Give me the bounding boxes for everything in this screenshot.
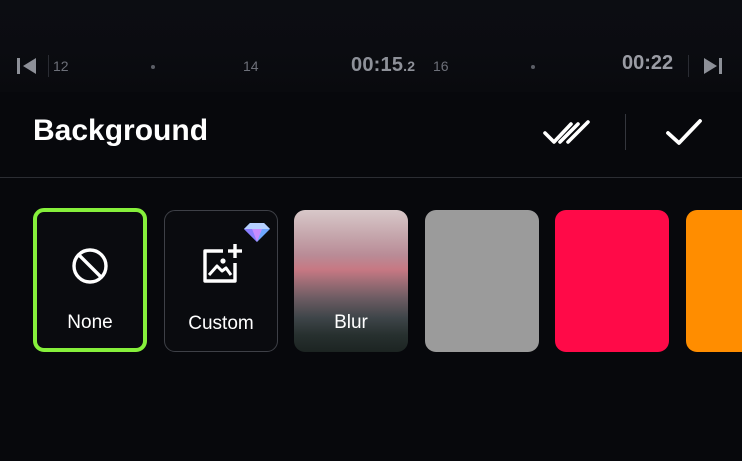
double-check-icon[interactable]	[540, 112, 594, 152]
timeline-separator	[48, 55, 49, 77]
timeline-bar: 12 14 00:15.2 16 00:22	[0, 0, 742, 92]
header-separator	[625, 114, 626, 150]
skip-to-end-icon[interactable]	[700, 56, 726, 76]
header-divider	[0, 177, 742, 178]
option-color-orange[interactable]	[686, 210, 742, 352]
background-options: None Custom Blur	[0, 208, 742, 354]
current-time-fraction: .2	[403, 58, 416, 74]
tick-label: 12	[53, 58, 69, 74]
panel-header: Background	[0, 92, 742, 177]
prohibit-icon	[72, 248, 108, 284]
option-label: None	[67, 312, 113, 333]
current-time-main: 00:15	[351, 54, 404, 76]
option-color-red[interactable]	[555, 210, 669, 352]
skip-to-start-icon[interactable]	[14, 56, 40, 76]
check-icon[interactable]	[662, 112, 706, 152]
background-panel: 12 14 00:15.2 16 00:22 Background None C…	[0, 0, 742, 461]
diamond-icon	[244, 223, 270, 242]
tick-label: 14	[243, 58, 259, 74]
option-custom[interactable]: Custom	[164, 210, 278, 352]
option-blur[interactable]: Blur	[294, 210, 408, 352]
total-time: 00:22	[622, 52, 674, 74]
timeline-separator	[688, 55, 689, 77]
tick-dot	[531, 65, 535, 69]
option-label: Custom	[188, 313, 254, 334]
page-title: Background	[33, 114, 209, 147]
option-label: Blur	[334, 312, 368, 333]
option-none[interactable]: None	[33, 208, 147, 352]
add-image-icon	[203, 244, 242, 283]
tick-label: 16	[433, 58, 449, 74]
option-color-gray[interactable]	[425, 210, 539, 352]
timeline-ruler: 12 14 00:15.2 16 00:22	[0, 48, 742, 84]
current-time: 00:15.2	[351, 54, 415, 77]
tick-dot	[151, 65, 155, 69]
